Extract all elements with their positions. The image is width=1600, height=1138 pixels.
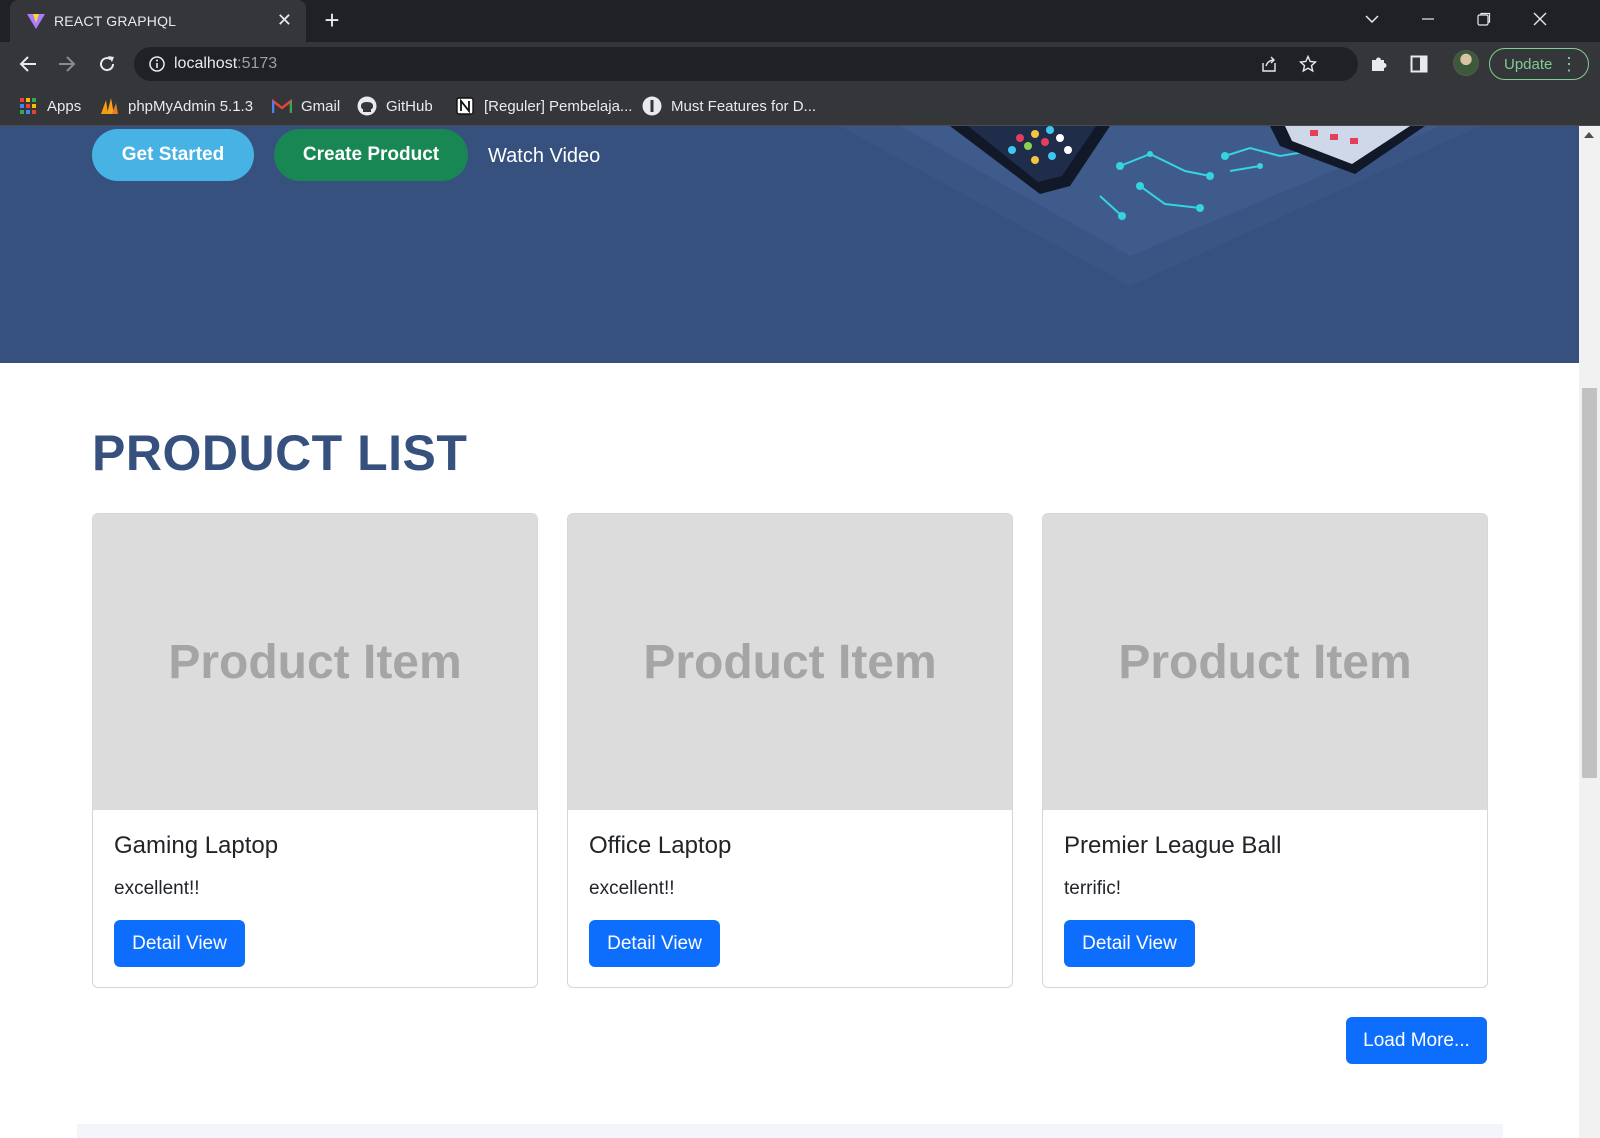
bookmarks-bar: Apps phpMyAdmin 5.1.3 Gmail GitHub [Regu… [0,86,1600,126]
url-text[interactable]: localhost:5173 [174,55,277,73]
browser-tab-strip: REACT GRAPHQL ✕ + [0,0,1600,42]
url-host: localhost [174,55,238,72]
page-scrollbar[interactable] [1579,126,1600,1138]
profile-avatar[interactable] [1453,50,1479,76]
product-description: terrific! [1064,878,1121,899]
side-panel-icon[interactable] [1408,53,1430,75]
product-list-title: PRODUCT LIST [92,425,468,481]
minimize-window-icon[interactable] [1400,0,1456,38]
site-info-icon[interactable] [148,55,166,73]
close-window-icon[interactable] [1512,0,1568,38]
product-name: Premier League Ball [1064,832,1282,859]
detail-view-button[interactable]: Detail View [589,920,720,967]
product-card: Product Item Office Laptop excellent!! D… [567,513,1013,988]
tab-search-chevron-icon[interactable] [1344,0,1400,38]
product-description: excellent!! [589,878,675,899]
product-description: excellent!! [114,878,200,899]
bookmark-must-features[interactable]: Must Features for D... [642,96,816,116]
page-viewport: Get Started Create Product Watch Video P… [0,126,1579,1138]
bookmark-label: Apps [47,97,82,115]
bookmark-notion[interactable]: [Reguler] Pembelaja... [455,96,632,116]
apps-grid-icon [18,96,38,116]
menu-dots-icon[interactable]: ⋮ [1560,53,1578,75]
product-image-placeholder: Product Item [1043,514,1487,810]
back-arrow-icon[interactable] [16,52,40,76]
browser-toolbar: localhost:5173 [0,42,1600,86]
tab-close-icon[interactable]: ✕ [277,10,292,30]
bookmark-label: GitHub [386,97,433,115]
get-started-button[interactable]: Get Started [92,129,254,181]
browser-tab-active[interactable]: REACT GRAPHQL ✕ [10,0,306,42]
product-card: Product Item Gaming Laptop excellent!! D… [92,513,538,988]
bookmark-label: phpMyAdmin 5.1.3 [128,97,254,115]
load-more-button[interactable]: Load More... [1346,1017,1487,1064]
share-icon[interactable] [1260,55,1278,73]
tab-title: REACT GRAPHQL [54,13,177,29]
bookmark-phpmyadmin[interactable]: phpMyAdmin 5.1.3 [99,96,253,116]
bookmark-label: Must Features for D... [671,97,817,115]
phpmyadmin-icon [99,96,119,116]
vite-favicon-icon [27,14,45,29]
forward-arrow-icon[interactable] [55,52,79,76]
product-image-placeholder: Product Item [568,514,1012,810]
product-image-placeholder: Product Item [93,514,537,810]
extensions-puzzle-icon[interactable] [1368,53,1390,75]
scroll-thumb[interactable] [1582,388,1597,778]
create-product-button[interactable]: Create Product [274,129,468,181]
detail-view-button[interactable]: Detail View [1064,920,1195,967]
github-icon [357,96,377,116]
hero-section: Get Started Create Product Watch Video [0,126,1579,363]
product-name: Office Laptop [589,832,732,859]
bookmark-star-icon[interactable] [1299,55,1317,73]
url-port: :5173 [237,55,278,72]
bookmark-label: [Reguler] Pembelaja... [484,97,633,115]
restore-window-icon[interactable] [1456,0,1512,38]
update-button[interactable]: Update ⋮ [1489,48,1589,80]
update-label: Update [1504,56,1553,73]
hero-illustration [840,126,1480,286]
bookmark-label: Gmail [301,97,341,115]
address-bar[interactable]: localhost:5173 [134,47,1358,81]
product-card: Product Item Premier League Ball terrifi… [1042,513,1488,988]
page-icon [642,96,662,116]
bookmark-gmail[interactable]: Gmail [272,96,340,116]
scroll-up-arrow-icon[interactable] [1584,132,1594,138]
reload-icon[interactable] [95,52,119,76]
watch-video-link[interactable]: Watch Video [488,145,600,168]
product-name: Gaming Laptop [114,832,279,859]
detail-view-button[interactable]: Detail View [114,920,245,967]
notion-icon [455,96,475,116]
gmail-icon [272,96,292,116]
next-section-strip [77,1124,1503,1138]
bookmark-github[interactable]: GitHub [357,96,433,116]
new-tab-button[interactable]: + [320,7,344,33]
bookmark-apps[interactable]: Apps [18,96,81,116]
